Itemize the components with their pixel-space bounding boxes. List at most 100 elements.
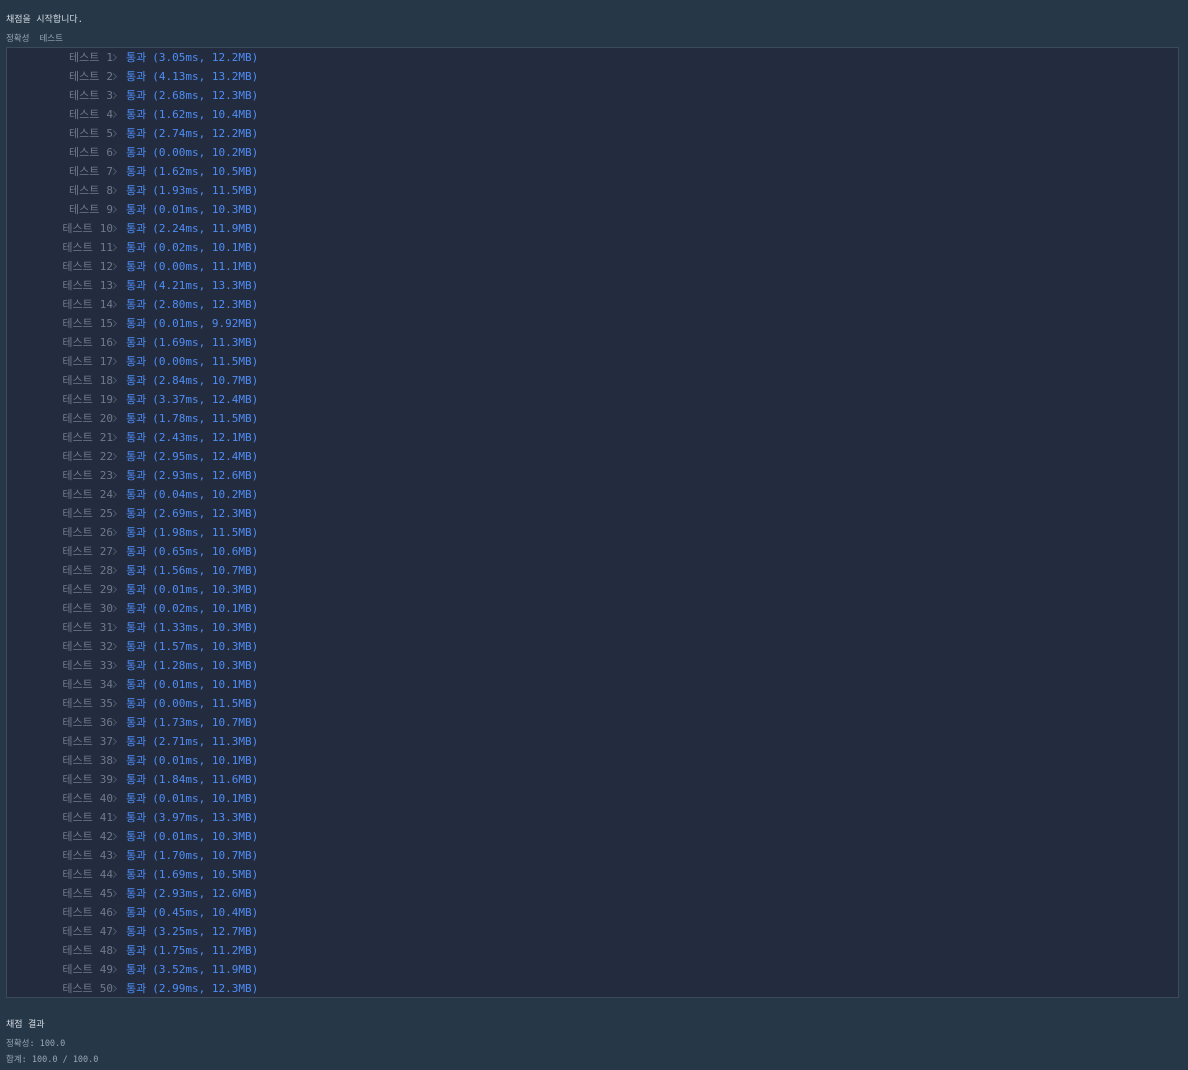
test-result: 통과 (1.73ms, 10.7MB) — [126, 713, 258, 732]
test-label: 테스트 14 — [62, 295, 113, 314]
test-status: 통과 — [126, 146, 147, 159]
test-status: 통과 — [126, 564, 147, 577]
chevron-right-icon — [111, 91, 117, 100]
test-metrics: (1.75ms, 11.2MB) — [152, 944, 259, 957]
test-result-row: 테스트 49 통과 (3.52ms, 11.9MB) — [7, 960, 1178, 979]
test-result: 통과 (0.04ms, 10.2MB) — [126, 485, 258, 504]
test-result-row: 테스트 3 통과 (2.68ms, 12.3MB) — [7, 86, 1178, 105]
test-status: 통과 — [126, 830, 147, 843]
test-metrics: (0.04ms, 10.2MB) — [152, 488, 259, 501]
test-label-text: 테스트 — [69, 184, 100, 197]
test-results-panel[interactable]: 테스트 1 통과 (3.05ms, 12.2MB) 테스트 2 통과 (4.13ms, 13.… — [6, 47, 1179, 998]
test-status: 통과 — [126, 925, 147, 938]
test-label-text: 테스트 — [62, 260, 93, 273]
test-label-text: 테스트 — [69, 51, 100, 64]
test-label-text: 테스트 — [62, 982, 93, 995]
test-label: 테스트 45 — [62, 884, 113, 903]
chevron-right-icon — [111, 813, 117, 822]
test-result: 통과 (1.62ms, 10.5MB) — [126, 162, 258, 181]
test-label: 테스트 11 — [62, 238, 113, 257]
test-metrics: (2.80ms, 12.3MB) — [152, 298, 259, 311]
chevron-right-icon — [111, 718, 117, 727]
test-result-row: 테스트 50 통과 (2.99ms, 12.3MB) — [7, 979, 1178, 998]
chevron-right-icon — [111, 984, 117, 993]
test-status: 통과 — [126, 51, 147, 64]
test-label-text: 테스트 — [62, 298, 93, 311]
test-result-row: 테스트 7 통과 (1.62ms, 10.5MB) — [7, 162, 1178, 181]
test-result: 통과 (1.98ms, 11.5MB) — [126, 523, 258, 542]
test-label-text: 테스트 — [62, 944, 93, 957]
test-label: 테스트 27 — [62, 542, 113, 561]
test-label-text: 테스트 — [62, 602, 93, 615]
chevron-right-icon — [111, 889, 117, 898]
test-label: 테스트 18 — [62, 371, 113, 390]
test-result: 통과 (2.99ms, 12.3MB) — [126, 979, 258, 998]
test-status: 통과 — [126, 887, 147, 900]
test-status: 통과 — [126, 754, 147, 767]
test-result-row: 테스트 15 통과 (0.01ms, 9.92MB) — [7, 314, 1178, 333]
test-metrics: (1.93ms, 11.5MB) — [152, 184, 259, 197]
test-label: 테스트 32 — [62, 637, 113, 656]
test-metrics: (3.52ms, 11.9MB) — [152, 963, 259, 976]
chevron-right-icon — [111, 946, 117, 955]
test-result: 통과 (0.01ms, 10.1MB) — [126, 675, 258, 694]
test-status: 통과 — [126, 811, 147, 824]
test-result: 통과 (1.33ms, 10.3MB) — [126, 618, 258, 637]
test-status: 통과 — [126, 355, 147, 368]
test-result-row: 테스트 27 통과 (0.65ms, 10.6MB) — [7, 542, 1178, 561]
test-metrics: (0.01ms, 10.1MB) — [152, 792, 259, 805]
test-result-row: 테스트 19 통과 (3.37ms, 12.4MB) — [7, 390, 1178, 409]
test-result-row: 테스트 14 통과 (2.80ms, 12.3MB) — [7, 295, 1178, 314]
chevron-right-icon — [111, 414, 117, 423]
test-label: 테스트 17 — [62, 352, 113, 371]
test-result-row: 테스트 5 통과 (2.74ms, 12.2MB) — [7, 124, 1178, 143]
test-label-text: 테스트 — [62, 583, 93, 596]
test-label-text: 테스트 — [69, 108, 100, 121]
test-result: 통과 (2.74ms, 12.2MB) — [126, 124, 258, 143]
test-metrics: (0.00ms, 11.1MB) — [152, 260, 259, 273]
chevron-right-icon — [111, 319, 117, 328]
chevron-right-icon — [111, 870, 117, 879]
test-result-row: 테스트 34 통과 (0.01ms, 10.1MB) — [7, 675, 1178, 694]
test-result-row: 테스트 42 통과 (0.01ms, 10.3MB) — [7, 827, 1178, 846]
test-metrics: (0.45ms, 10.4MB) — [152, 906, 259, 919]
test-metrics: (0.65ms, 10.6MB) — [152, 545, 259, 558]
test-label: 테스트 40 — [62, 789, 113, 808]
test-label: 테스트 24 — [62, 485, 113, 504]
test-result: 통과 (2.69ms, 12.3MB) — [126, 504, 258, 523]
test-metrics: (2.69ms, 12.3MB) — [152, 507, 259, 520]
test-result-row: 테스트 28 통과 (1.56ms, 10.7MB) — [7, 561, 1178, 580]
test-label-text: 테스트 — [62, 621, 93, 634]
test-label-text: 테스트 — [62, 830, 93, 843]
test-result: 통과 (1.84ms, 11.6MB) — [126, 770, 258, 789]
chevron-right-icon — [111, 395, 117, 404]
section-header: 정확성 테스트 — [6, 32, 63, 44]
test-result-row: 테스트 39 통과 (1.84ms, 11.6MB) — [7, 770, 1178, 789]
chevron-right-icon — [111, 699, 117, 708]
test-label-text: 테스트 — [62, 887, 93, 900]
test-label: 테스트 1 — [69, 48, 113, 67]
test-status: 통과 — [126, 241, 147, 254]
test-label: 테스트 47 — [62, 922, 113, 941]
test-status: 통과 — [126, 393, 147, 406]
test-result: 통과 (0.01ms, 10.3MB) — [126, 200, 258, 219]
test-result: 통과 (0.45ms, 10.4MB) — [126, 903, 258, 922]
test-metrics: (0.02ms, 10.1MB) — [152, 241, 259, 254]
test-metrics: (3.97ms, 13.3MB) — [152, 811, 259, 824]
test-result: 통과 (2.71ms, 11.3MB) — [126, 732, 258, 751]
test-result-row: 테스트 10 통과 (2.24ms, 11.9MB) — [7, 219, 1178, 238]
test-status: 통과 — [126, 412, 147, 425]
test-status: 통과 — [126, 868, 147, 881]
test-result: 통과 (0.00ms, 10.2MB) — [126, 143, 258, 162]
test-result-row: 테스트 21 통과 (2.43ms, 12.1MB) — [7, 428, 1178, 447]
test-metrics: (1.57ms, 10.3MB) — [152, 640, 259, 653]
test-result: 통과 (3.97ms, 13.3MB) — [126, 808, 258, 827]
test-metrics: (3.25ms, 12.7MB) — [152, 925, 259, 938]
test-status: 통과 — [126, 70, 147, 83]
test-status: 통과 — [126, 982, 147, 995]
chevron-right-icon — [111, 851, 117, 860]
test-metrics: (1.56ms, 10.7MB) — [152, 564, 259, 577]
test-status: 통과 — [126, 735, 147, 748]
test-metrics: (1.62ms, 10.4MB) — [152, 108, 259, 121]
test-result: 통과 (0.02ms, 10.1MB) — [126, 238, 258, 257]
